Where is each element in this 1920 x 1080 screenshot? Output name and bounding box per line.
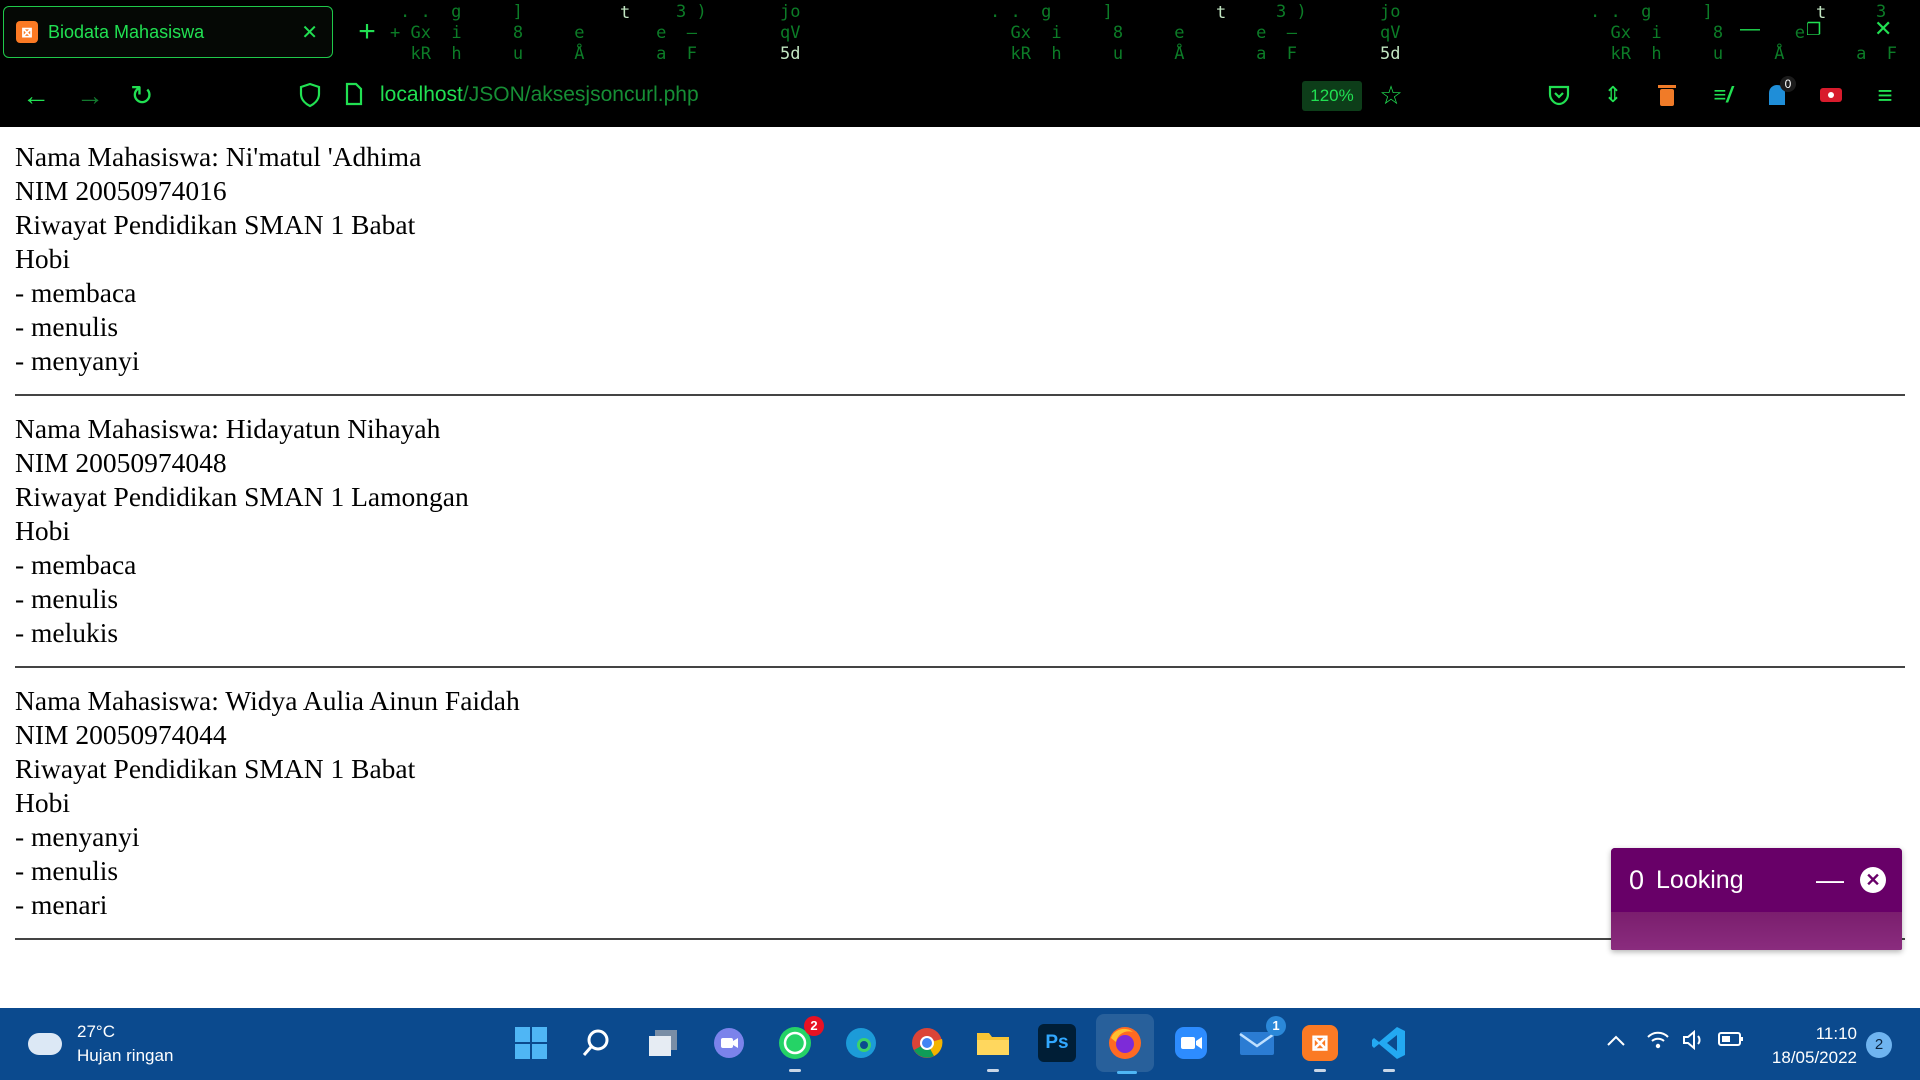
- running-indicator: [789, 1069, 801, 1072]
- tab-title: Biodata Mahasiswa: [48, 21, 205, 42]
- looking-popup-header: 0 Looking — ✕: [1611, 848, 1902, 912]
- browser-tab-active[interactable]: ⊠ Biodata Mahasiswa ✕: [3, 6, 333, 58]
- running-indicator: [987, 1069, 999, 1072]
- student-education: Riwayat Pendidikan SMAN 1 Babat: [15, 753, 416, 784]
- window-restore-button[interactable]: ❐: [1806, 20, 1821, 40]
- page-content: Nama Mahasiswa: Ni'matul 'Adhima NIM 200…: [15, 140, 1905, 956]
- student-education: Riwayat Pendidikan SMAN 1 Lamongan: [15, 481, 469, 512]
- looking-count: 0: [1629, 864, 1645, 895]
- student-record: Nama Mahasiswa: Ni'matul 'Adhima NIM 200…: [15, 140, 1905, 396]
- hobby-item: - menulis: [15, 311, 119, 342]
- student-name: Nama Mahasiswa: Hidayatun Nihayah: [15, 413, 441, 444]
- extension-arrow-icon[interactable]: ⇕: [1598, 80, 1628, 110]
- record-divider: [15, 666, 1905, 668]
- mail-badge: 1: [1266, 1016, 1286, 1036]
- looking-popup-body: [1611, 912, 1902, 950]
- ghost-extension-icon[interactable]: 0: [1762, 76, 1796, 110]
- looking-label: Looking: [1656, 865, 1744, 894]
- student-name: Nama Mahasiswa: Ni'matul 'Adhima: [15, 141, 422, 172]
- teams-chat-icon[interactable]: [708, 1022, 750, 1064]
- windows-taskbar: 27°C Hujan ringan 2 Ps 1 ⊠ 11:10 18/05/2…: [0, 1008, 1920, 1080]
- mail-icon[interactable]: 1: [1236, 1016, 1286, 1064]
- record-divider: [15, 394, 1905, 396]
- active-indicator: [1117, 1071, 1137, 1074]
- weather-condition: Hujan ringan: [77, 1046, 174, 1065]
- trash-extension-icon[interactable]: [1652, 80, 1682, 110]
- browser-titlebar: . . g ] t 3 ) jo + Gx i 8 e e – qV kR h …: [0, 0, 1920, 66]
- hobby-item: - menulis: [15, 583, 119, 614]
- shield-icon[interactable]: [298, 82, 322, 115]
- new-tab-button[interactable]: +: [354, 14, 380, 50]
- back-arrow-icon[interactable]: ←: [22, 80, 50, 112]
- student-record: Nama Mahasiswa: Hidayatun Nihayah NIM 20…: [15, 412, 1905, 668]
- url-path: /JSON/aksesjsoncurl.php: [462, 83, 699, 106]
- file-explorer-icon[interactable]: [972, 1022, 1014, 1072]
- looking-close-button[interactable]: ✕: [1860, 867, 1886, 893]
- hobby-label: Hobi: [15, 787, 70, 818]
- hobby-item: - membaca: [15, 549, 137, 580]
- edge-icon[interactable]: [840, 1022, 882, 1064]
- battery-icon[interactable]: [1718, 1030, 1744, 1054]
- student-nim: NIM 20050974048: [15, 447, 227, 478]
- clock-date: 18/05/2022: [1771, 1048, 1857, 1067]
- editor-extension-icon[interactable]: ≡/: [1708, 80, 1738, 110]
- hobby-label: Hobi: [15, 515, 70, 546]
- window-close-button[interactable]: ✕: [1874, 16, 1892, 42]
- student-nim: NIM 20050974044: [15, 719, 227, 750]
- weather-temperature: 27°C: [77, 1022, 115, 1041]
- student-education: Riwayat Pendidikan SMAN 1 Babat: [15, 209, 416, 240]
- whatsapp-icon[interactable]: 2: [774, 1016, 824, 1072]
- zoom-app-icon[interactable]: [1170, 1022, 1212, 1064]
- looking-popup[interactable]: 0 Looking — ✕: [1611, 848, 1902, 950]
- task-view-icon[interactable]: [642, 1022, 684, 1064]
- red-extension-icon[interactable]: [1816, 80, 1846, 110]
- notification-count-badge[interactable]: 2: [1866, 1032, 1892, 1058]
- running-indicator: [1314, 1069, 1326, 1072]
- hobby-label: Hobi: [15, 243, 70, 274]
- xampp-icon: ⊠: [16, 21, 38, 43]
- firefox-icon[interactable]: [1096, 1014, 1154, 1074]
- clock-time: 11:10: [1815, 1024, 1857, 1043]
- search-icon[interactable]: [576, 1022, 618, 1064]
- forward-arrow-icon[interactable]: →: [76, 80, 104, 112]
- url-host: localhost: [380, 83, 463, 106]
- xampp-icon[interactable]: ⊠: [1302, 1025, 1338, 1072]
- hobby-item: - menyanyi: [15, 345, 140, 376]
- wifi-icon[interactable]: [1646, 1030, 1670, 1056]
- extension-badge: 0: [1780, 76, 1796, 92]
- menu-hamburger-icon[interactable]: ≡: [1870, 80, 1900, 110]
- bookmark-star-icon[interactable]: ☆: [1376, 80, 1406, 110]
- browser-navbar: ← → ↻ localhost/JSON/aksesjsoncurl.php 1…: [0, 66, 1920, 127]
- reload-icon[interactable]: ↻: [130, 80, 153, 112]
- looking-minimize-button[interactable]: —: [1816, 864, 1844, 896]
- student-nim: NIM 20050974016: [15, 175, 227, 206]
- vscode-icon[interactable]: [1368, 1022, 1410, 1072]
- window-minimize-button[interactable]: —: [1740, 18, 1760, 41]
- cloud-rain-icon: [28, 1033, 62, 1055]
- student-name: Nama Mahasiswa: Widya Aulia Ainun Faidah: [15, 685, 520, 716]
- page-icon[interactable]: [344, 82, 364, 113]
- taskbar-clock[interactable]: 11:10 18/05/2022: [1765, 1022, 1857, 1070]
- running-indicator: [1383, 1069, 1395, 1072]
- hobby-item: - melukis: [15, 617, 119, 648]
- whatsapp-badge: 2: [804, 1016, 824, 1036]
- windows-start-icon[interactable]: [510, 1022, 552, 1064]
- zoom-level-button[interactable]: 120%: [1302, 81, 1362, 111]
- hobby-item: - membaca: [15, 277, 137, 308]
- speaker-icon[interactable]: [1682, 1029, 1706, 1056]
- chrome-icon[interactable]: [906, 1022, 948, 1064]
- pocket-icon[interactable]: [1544, 80, 1574, 110]
- url-field[interactable]: localhost/JSON/aksesjsoncurl.php: [380, 83, 699, 107]
- chevron-up-icon[interactable]: [1606, 1030, 1626, 1054]
- weather-widget[interactable]: 27°C Hujan ringan: [28, 1020, 173, 1068]
- photoshop-icon[interactable]: Ps: [1038, 1024, 1076, 1062]
- tab-close-button[interactable]: ✕: [301, 20, 318, 45]
